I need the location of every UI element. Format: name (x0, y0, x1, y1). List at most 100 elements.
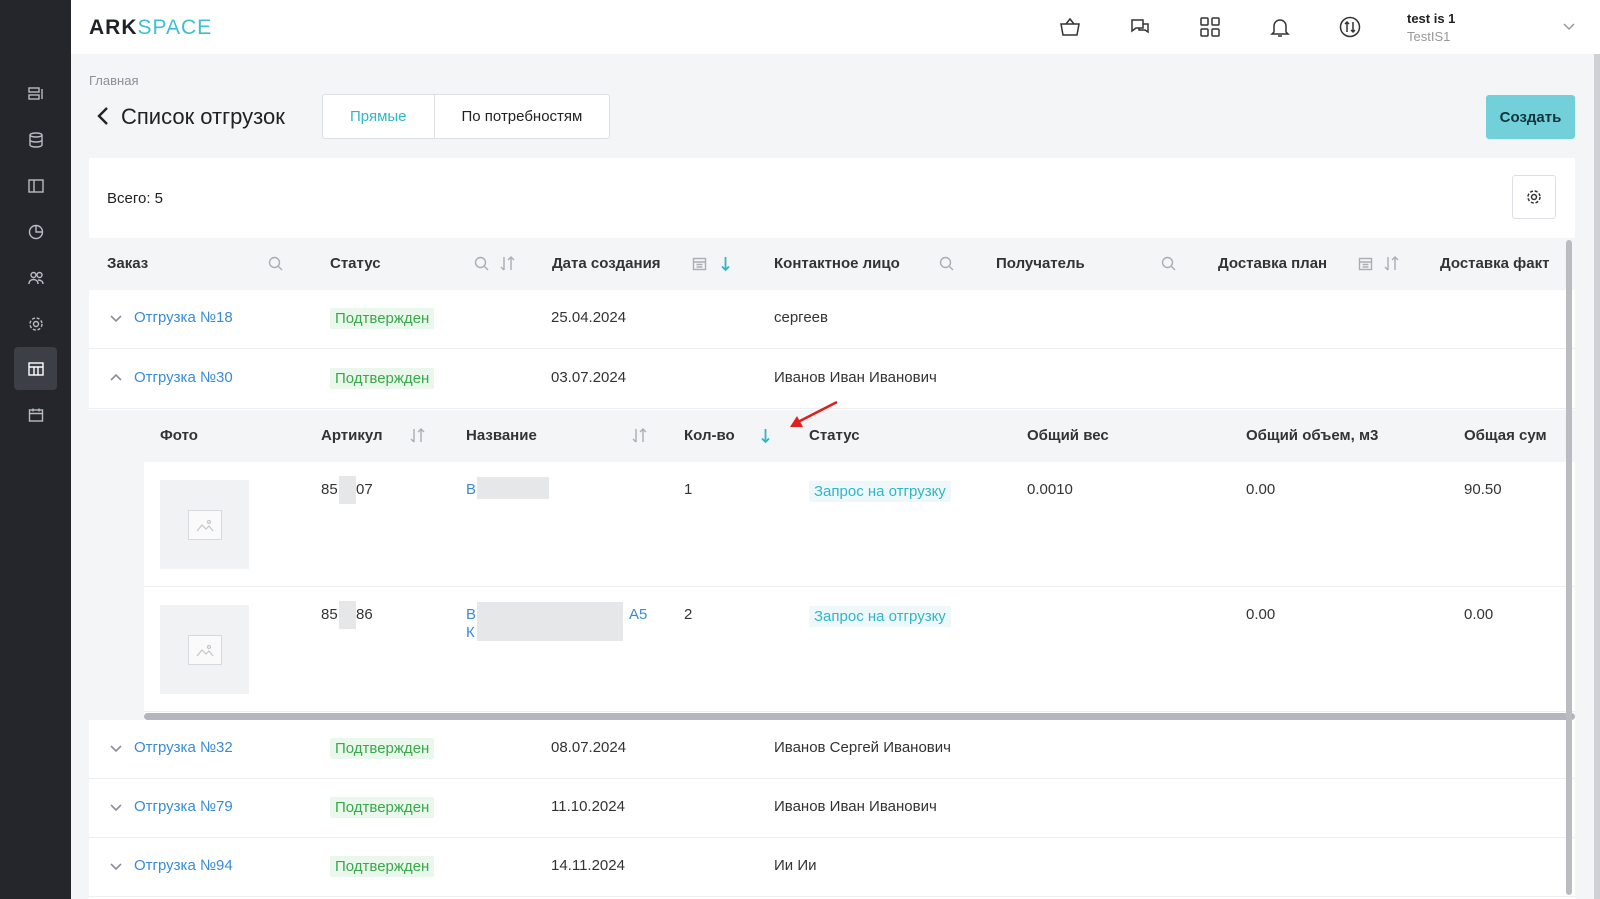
back-button[interactable] (93, 104, 113, 128)
chevron-down-icon (110, 863, 122, 871)
name-sort-button[interactable] (631, 427, 648, 444)
search-icon (939, 256, 954, 271)
recipient-search-button[interactable] (1160, 255, 1177, 272)
sidebar-item-users[interactable] (14, 256, 57, 299)
item-sum: 0.00 (1464, 606, 1494, 623)
created-sort-button[interactable] (717, 255, 734, 272)
basket-icon (1060, 17, 1080, 36)
item-name-link[interactable]: В (466, 481, 476, 498)
expand-row-button[interactable] (109, 800, 123, 814)
sidebar-item-panel[interactable] (14, 164, 57, 207)
item-sum: 90.50 (1464, 481, 1502, 498)
column-order: Заказ (107, 255, 149, 272)
user-menu-toggle[interactable] (1561, 18, 1577, 34)
logo[interactable]: ARKSPACE (89, 16, 212, 40)
sidebar-item-settings[interactable] (14, 302, 57, 345)
column-photo: Фото (160, 427, 198, 444)
article-sort-button[interactable] (409, 427, 426, 444)
sidebar-item-chart[interactable] (14, 210, 57, 253)
basket-button[interactable] (1055, 12, 1085, 42)
qty-sort-button[interactable] (757, 427, 774, 444)
notifications-button[interactable] (1265, 12, 1295, 42)
sidebar-item-calendar[interactable] (14, 393, 57, 436)
contact-person: Иванов Иван Иванович (774, 369, 937, 386)
list-icon (27, 86, 43, 100)
delivery-plan-filter-button[interactable] (1357, 255, 1374, 272)
order-link[interactable]: Отгрузка №32 (134, 739, 233, 756)
contact-person: сергеев (774, 309, 828, 326)
shipment-items-table: Фото Артикул Название Кол-во Статус Общи… (144, 410, 1575, 720)
annotation-arrow-icon (790, 400, 838, 427)
sort-icon (410, 428, 425, 443)
items-table-header: Фото Артикул Название Кол-во Статус Общи… (144, 410, 1575, 462)
contact-person: Иванов Сергей Иванович (774, 739, 951, 756)
item-row[interactable]: 85 86 В К А5 2 Запрос на отгрузку 0.00 0… (144, 587, 1575, 712)
item-volume: 0.00 (1246, 606, 1276, 623)
chevron-up-icon (110, 373, 122, 381)
calendar-icon (692, 257, 707, 271)
collapse-row-button[interactable] (109, 371, 123, 385)
breadcrumb[interactable]: Главная (89, 73, 138, 88)
order-link[interactable]: Отгрузка №30 (134, 369, 233, 386)
table-row[interactable]: Отгрузка №18 Подтвержден 25.04.2024 серг… (89, 290, 1575, 349)
item-row[interactable]: 85 07 В 1 Запрос на отгрузку 0.0010 0.00… (144, 462, 1575, 587)
delivery-plan-sort-button[interactable] (1383, 255, 1400, 272)
status-badge: Подтвержден (330, 856, 435, 877)
database-icon (28, 131, 43, 148)
expand-row-button[interactable] (109, 859, 123, 873)
shipments-icon (27, 361, 44, 376)
item-status-badge: Запрос на отгрузку (809, 606, 951, 627)
order-search-button[interactable] (267, 255, 284, 272)
chevron-down-icon (1563, 23, 1575, 31)
status-search-button[interactable] (473, 255, 490, 272)
created-date-filter-button[interactable] (691, 255, 708, 272)
item-name-link[interactable]: В (466, 606, 476, 623)
contact-search-button[interactable] (938, 255, 955, 272)
user-company: TestIS1 (1407, 29, 1451, 44)
horizontal-scrollbar[interactable] (144, 713, 1575, 720)
exchange-button[interactable] (1335, 12, 1365, 42)
sort-icon (1384, 256, 1399, 271)
apps-button[interactable] (1195, 12, 1225, 42)
created-date: 25.04.2024 (551, 309, 627, 326)
table-row[interactable]: Отгрузка №32 Подтвержден 08.07.2024 Иван… (89, 720, 1575, 779)
expand-row-button[interactable] (109, 311, 123, 325)
sidebar-item-database[interactable] (14, 118, 57, 161)
item-name-suffix[interactable]: А5 (629, 606, 647, 623)
column-status: Статус (330, 255, 381, 272)
page-scrollbar[interactable] (1594, 54, 1600, 899)
apps-grid-icon (1200, 17, 1220, 37)
total-count: Всего: 5 (107, 190, 164, 207)
contact-person: Ии Ии (774, 857, 817, 874)
item-volume: 0.00 (1246, 481, 1276, 498)
status-badge: Подтвержден (330, 797, 435, 818)
table-vertical-scrollbar[interactable] (1566, 240, 1572, 895)
column-recipient: Получатель (996, 255, 1085, 272)
chat-button[interactable] (1125, 12, 1155, 42)
table-settings-button[interactable] (1512, 175, 1556, 219)
sort-desc-icon (761, 429, 770, 444)
status-sort-button[interactable] (499, 255, 516, 272)
chevron-down-icon (110, 804, 122, 812)
table-row[interactable]: Отгрузка №94 Подтвержден 14.11.2024 Ии И… (89, 838, 1575, 897)
item-photo (160, 605, 249, 694)
order-link[interactable]: Отгрузка №18 (134, 309, 233, 326)
item-weight: 0.0010 (1027, 481, 1073, 498)
user-menu[interactable]: test is 1 TestIS1 (1407, 11, 1455, 44)
column-qty: Кол-во (684, 427, 735, 444)
chevron-down-icon (110, 745, 122, 753)
tab-by-needs[interactable]: По потребностям (435, 95, 610, 138)
tab-direct[interactable]: Прямые (323, 95, 435, 138)
item-name-line2[interactable]: К (466, 624, 475, 641)
order-link[interactable]: Отгрузка №79 (134, 798, 233, 815)
order-link[interactable]: Отгрузка №94 (134, 857, 233, 874)
sidebar-item-shipments[interactable] (14, 347, 57, 390)
calendar-icon (28, 408, 43, 422)
created-date: 11.10.2024 (551, 798, 625, 815)
sidebar-item-list[interactable] (14, 72, 57, 115)
create-button[interactable]: Создать (1486, 95, 1575, 139)
table-row[interactable]: Отгрузка №79 Подтвержден 11.10.2024 Иван… (89, 779, 1575, 838)
table-header: Заказ Статус Дата создания Контактное ли… (89, 238, 1575, 290)
column-delivery-fact: Доставка факт (1440, 255, 1550, 272)
expand-row-button[interactable] (109, 741, 123, 755)
